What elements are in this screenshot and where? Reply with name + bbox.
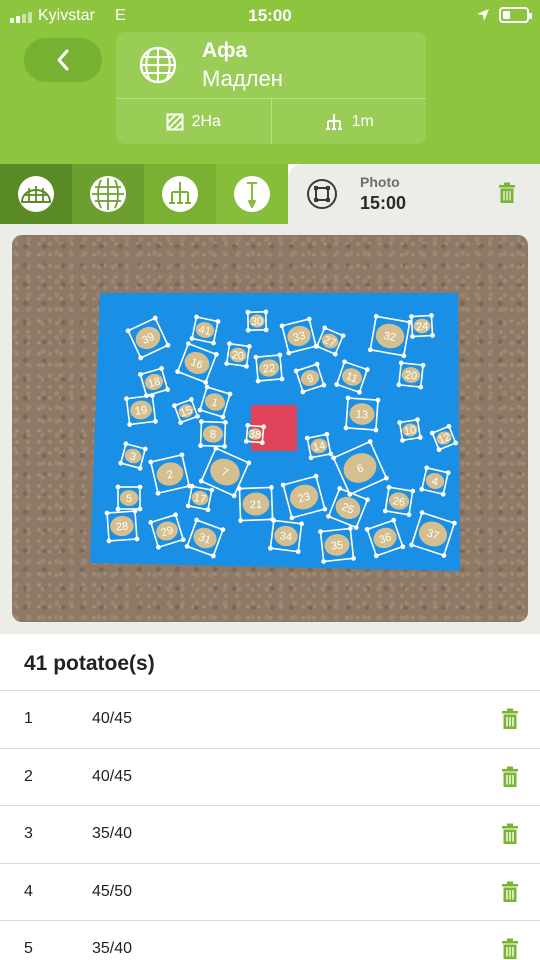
header: Kyivstar E 15:00 Афа Мадлен 2Ha 1m [0, 0, 540, 164]
potato-number: 17 [193, 492, 207, 506]
potato-index: 4 [24, 882, 33, 900]
trash-icon[interactable] [501, 766, 519, 788]
potato-number: 20 [231, 349, 245, 363]
field-area-value: 2Ha [191, 112, 221, 130]
crop-info-card[interactable]: Афа Мадлен 2Ha 1m [116, 32, 426, 144]
potato-marker[interactable]: 20 [224, 341, 252, 369]
potato-index: 5 [24, 940, 33, 958]
globe-grid-icon [139, 46, 177, 84]
potato-number: 14 [312, 440, 326, 454]
analysis-photo[interactable]: 39 41 30 33 27 32 24 18 16 20 22 9 11 20 19 15 1 13 10 12 3 8… [12, 235, 528, 622]
potato-number: 38 [248, 428, 261, 441]
tab-strip: Photo 15:00 [0, 164, 540, 224]
tab-photo[interactable]: Photo 15:00 [288, 164, 540, 224]
potato-number: 30 [251, 316, 263, 328]
potato-index: 2 [24, 767, 33, 785]
potato-number: 34 [279, 530, 293, 543]
battery-icon [499, 7, 532, 23]
crop-info-details: 2Ha 1m [116, 98, 426, 144]
potato-number: 41 [198, 324, 212, 338]
potato-number: 22 [262, 362, 275, 375]
potato-index: 3 [24, 825, 33, 843]
planting-rake-icon [325, 113, 342, 130]
plant-spacing-value: 1m [351, 112, 374, 130]
soil-probe-icon [234, 176, 270, 212]
potato-number: 32 [383, 330, 397, 344]
location-arrow-icon [477, 9, 489, 21]
potato-number: 26 [392, 495, 406, 509]
potato-marker[interactable]: 10 [397, 417, 423, 443]
crop-name: Афа [202, 39, 248, 62]
potato-list: 1 40/45 2 40/45 3 35/40 4 45/50 5 35/40 [0, 690, 540, 960]
list-item[interactable]: 5 35/40 [0, 920, 540, 960]
tab-soil[interactable] [216, 164, 288, 224]
potato-number: 10 [403, 424, 417, 438]
trash-icon[interactable] [498, 182, 516, 204]
chevron-left-icon [57, 49, 69, 71]
plant-spacing: 1m [270, 99, 427, 144]
tab-planting[interactable] [144, 164, 216, 224]
tab-field[interactable] [72, 164, 144, 224]
list-item[interactable]: 2 40/45 [0, 747, 540, 806]
crop-info-top: Афа Мадлен [116, 32, 426, 98]
potato-number: 19 [134, 404, 148, 417]
dome-grid-icon [18, 176, 54, 212]
planting-rake-icon [162, 176, 198, 212]
crop-frame-icon [307, 179, 337, 209]
field-area: 2Ha [116, 99, 271, 144]
globe-grid-icon [90, 176, 126, 212]
potato-number: 24 [416, 321, 429, 334]
trash-icon[interactable] [501, 708, 519, 730]
list-item[interactable]: 4 45/50 [0, 862, 540, 921]
potato-size: 35/40 [92, 940, 133, 958]
potato-board: 39 413033 27 3224181620229 11 2019 15113101238… [90, 293, 460, 571]
reference-square [251, 405, 297, 451]
potato-number: 5 [126, 493, 132, 505]
list-item[interactable]: 1 40/45 [0, 690, 540, 748]
potato-size: 45/50 [92, 882, 133, 900]
photo-time: 15:00 [360, 193, 407, 213]
potato-number: 20 [404, 369, 417, 382]
potato-marker[interactable]: 20 [396, 360, 426, 390]
potato-number: 21 [250, 499, 263, 511]
potato-marker[interactable]: 38 [243, 422, 267, 446]
hatched-square-icon [166, 113, 184, 130]
trash-icon[interactable] [501, 823, 519, 845]
potato-size: 40/45 [92, 767, 133, 785]
list-heading: 41 potatoe(s) [24, 652, 155, 675]
potato-number: 35 [330, 539, 343, 552]
potato-index: 1 [24, 710, 33, 727]
status-clock: 15:00 [248, 6, 292, 25]
tab-greenhouse[interactable] [0, 164, 72, 224]
potato-size: 35/40 [92, 825, 133, 843]
back-button[interactable] [24, 38, 102, 82]
potato-number: 13 [355, 409, 368, 422]
potato-number: 8 [210, 429, 217, 441]
status-bar: Kyivstar E 15:00 [0, 0, 540, 32]
trash-icon[interactable] [501, 881, 519, 903]
variety-name: Мадлен [202, 66, 283, 91]
potato-size: 40/45 [92, 710, 133, 727]
trash-icon[interactable] [501, 938, 519, 960]
list-item[interactable]: 3 35/40 [0, 805, 540, 863]
potato-number: 28 [116, 521, 129, 534]
photo-label: Photo [360, 174, 400, 190]
